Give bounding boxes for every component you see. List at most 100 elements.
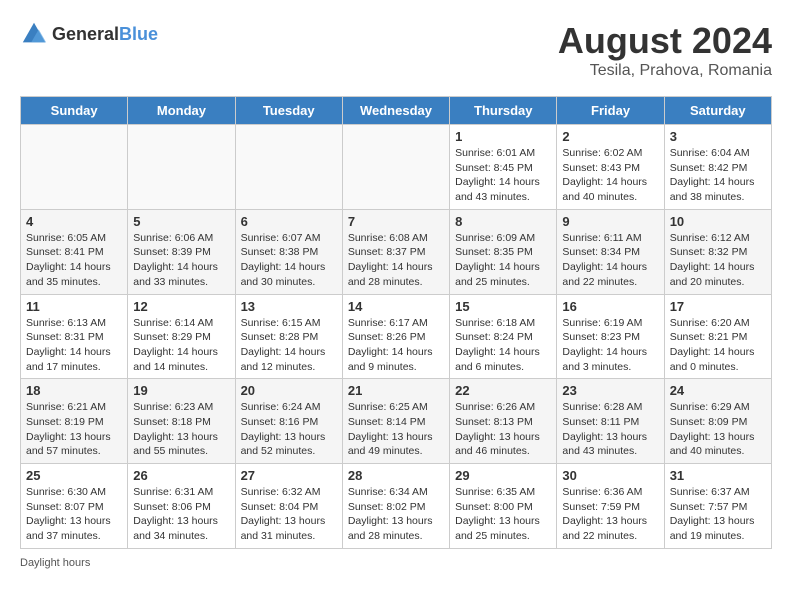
logo-icon [20, 20, 48, 48]
day-number: 1 [455, 129, 551, 144]
day-info: Sunrise: 6:12 AMSunset: 8:32 PMDaylight:… [670, 231, 766, 290]
day-cell-30: 30 Sunrise: 6:36 AMSunset: 7:59 PMDayligh… [557, 464, 664, 549]
day-cell-7: 7 Sunrise: 6:08 AMSunset: 8:37 PMDaylight… [342, 209, 449, 294]
day-info: Sunrise: 6:18 AMSunset: 8:24 PMDaylight:… [455, 316, 551, 375]
day-info: Sunrise: 6:08 AMSunset: 8:37 PMDaylight:… [348, 231, 444, 290]
day-cell-3: 3 Sunrise: 6:04 AMSunset: 8:42 PMDaylight… [664, 125, 771, 210]
day-info: Sunrise: 6:35 AMSunset: 8:00 PMDaylight:… [455, 485, 551, 544]
day-info: Sunrise: 6:30 AMSunset: 8:07 PMDaylight:… [26, 485, 122, 544]
col-header-tuesday: Tuesday [235, 97, 342, 125]
logo-blue: Blue [119, 24, 158, 44]
day-number: 9 [562, 214, 658, 229]
empty-cell [235, 125, 342, 210]
day-info: Sunrise: 6:26 AMSunset: 8:13 PMDaylight:… [455, 400, 551, 459]
day-info: Sunrise: 6:06 AMSunset: 8:39 PMDaylight:… [133, 231, 229, 290]
day-number: 19 [133, 383, 229, 398]
day-number: 26 [133, 468, 229, 483]
day-cell-26: 26 Sunrise: 6:31 AMSunset: 8:06 PMDayligh… [128, 464, 235, 549]
week-row-4: 18 Sunrise: 6:21 AMSunset: 8:19 PMDayligh… [21, 379, 772, 464]
col-header-wednesday: Wednesday [342, 97, 449, 125]
day-cell-19: 19 Sunrise: 6:23 AMSunset: 8:18 PMDayligh… [128, 379, 235, 464]
day-cell-16: 16Sunrise: 6:19 AMSunset: 8:23 PMDayligh… [557, 294, 664, 379]
day-cell-28: 28 Sunrise: 6:34 AMSunset: 8:02 PMDayligh… [342, 464, 449, 549]
day-number: 22 [455, 383, 551, 398]
day-cell-24: 24Sunrise: 6:29 AMSunset: 8:09 PMDayligh… [664, 379, 771, 464]
day-info: Sunrise: 6:37 AMSunset: 7:57 PMDaylight:… [670, 485, 766, 544]
day-cell-17: 17 Sunrise: 6:20 AMSunset: 8:21 PMDayligh… [664, 294, 771, 379]
calendar: SundayMondayTuesdayWednesdayThursdayFrid… [20, 96, 772, 549]
day-number: 25 [26, 468, 122, 483]
day-info: Sunrise: 6:34 AMSunset: 8:02 PMDaylight:… [348, 485, 444, 544]
day-info: Sunrise: 6:01 AMSunset: 8:45 PMDaylight:… [455, 146, 551, 205]
day-cell-14: 14 Sunrise: 6:17 AMSunset: 8:26 PMDayligh… [342, 294, 449, 379]
col-header-saturday: Saturday [664, 97, 771, 125]
day-info: Sunrise: 6:05 AMSunset: 8:41 PMDaylight:… [26, 231, 122, 290]
day-number: 15 [455, 299, 551, 314]
day-cell-4: 4 Sunrise: 6:05 AMSunset: 8:41 PMDaylight… [21, 209, 128, 294]
day-info: Sunrise: 6:23 AMSunset: 8:18 PMDaylight:… [133, 400, 229, 459]
day-number: 21 [348, 383, 444, 398]
day-info: Sunrise: 6:21 AMSunset: 8:19 PMDaylight:… [26, 400, 122, 459]
day-cell-11: 11Sunrise: 6:13 AMSunset: 8:31 PMDayligh… [21, 294, 128, 379]
day-number: 5 [133, 214, 229, 229]
day-info: Sunrise: 6:17 AMSunset: 8:26 PMDaylight:… [348, 316, 444, 375]
day-cell-25: 25 Sunrise: 6:30 AMSunset: 8:07 PMDayligh… [21, 464, 128, 549]
col-header-friday: Friday [557, 97, 664, 125]
header: GeneralBlue August 2024 Tesila, Prahova,… [20, 20, 772, 80]
day-cell-12: 12 Sunrise: 6:14 AMSunset: 8:29 PMDayligh… [128, 294, 235, 379]
day-number: 2 [562, 129, 658, 144]
month-year: August 2024 [558, 20, 772, 62]
day-number: 11 [26, 299, 122, 314]
week-row-3: 11Sunrise: 6:13 AMSunset: 8:31 PMDayligh… [21, 294, 772, 379]
day-number: 4 [26, 214, 122, 229]
day-cell-21: 21 Sunrise: 6:25 AMSunset: 8:14 PMDayligh… [342, 379, 449, 464]
day-info: Sunrise: 6:09 AMSunset: 8:35 PMDaylight:… [455, 231, 551, 290]
day-cell-23: 23Sunrise: 6:28 AMSunset: 8:11 PMDayligh… [557, 379, 664, 464]
day-info: Sunrise: 6:31 AMSunset: 8:06 PMDaylight:… [133, 485, 229, 544]
day-cell-31: 31 Sunrise: 6:37 AMSunset: 7:57 PMDayligh… [664, 464, 771, 549]
empty-cell [342, 125, 449, 210]
location: Tesila, Prahova, Romania [558, 62, 772, 80]
empty-cell [21, 125, 128, 210]
day-info: Sunrise: 6:20 AMSunset: 8:21 PMDaylight:… [670, 316, 766, 375]
day-number: 28 [348, 468, 444, 483]
day-number: 17 [670, 299, 766, 314]
day-info: Sunrise: 6:24 AMSunset: 8:16 PMDaylight:… [241, 400, 337, 459]
week-row-2: 4 Sunrise: 6:05 AMSunset: 8:41 PMDaylight… [21, 209, 772, 294]
day-cell-9: 9Sunrise: 6:11 AMSunset: 8:34 PMDaylight… [557, 209, 664, 294]
day-info: Sunrise: 6:15 AMSunset: 8:28 PMDaylight:… [241, 316, 337, 375]
day-number: 27 [241, 468, 337, 483]
day-info: Sunrise: 6:04 AMSunset: 8:42 PMDaylight:… [670, 146, 766, 205]
day-number: 18 [26, 383, 122, 398]
day-info: Sunrise: 6:28 AMSunset: 8:11 PMDaylight:… [562, 400, 658, 459]
day-cell-1: 1 Sunrise: 6:01 AMSunset: 8:45 PMDaylight… [450, 125, 557, 210]
week-row-1: 1 Sunrise: 6:01 AMSunset: 8:45 PMDaylight… [21, 125, 772, 210]
day-number: 24 [670, 383, 766, 398]
footer-note: Daylight hours [20, 557, 772, 569]
day-info: Sunrise: 6:07 AMSunset: 8:38 PMDaylight:… [241, 231, 337, 290]
day-number: 16 [562, 299, 658, 314]
day-info: Sunrise: 6:25 AMSunset: 8:14 PMDaylight:… [348, 400, 444, 459]
day-number: 7 [348, 214, 444, 229]
day-info: Sunrise: 6:36 AMSunset: 7:59 PMDaylight:… [562, 485, 658, 544]
day-number: 3 [670, 129, 766, 144]
day-info: Sunrise: 6:02 AMSunset: 8:43 PMDaylight:… [562, 146, 658, 205]
day-cell-8: 8Sunrise: 6:09 AMSunset: 8:35 PMDaylight… [450, 209, 557, 294]
day-cell-20: 20Sunrise: 6:24 AMSunset: 8:16 PMDayligh… [235, 379, 342, 464]
day-info: Sunrise: 6:32 AMSunset: 8:04 PMDaylight:… [241, 485, 337, 544]
day-cell-27: 27 Sunrise: 6:32 AMSunset: 8:04 PMDayligh… [235, 464, 342, 549]
day-number: 29 [455, 468, 551, 483]
day-number: 6 [241, 214, 337, 229]
day-cell-15: 15 Sunrise: 6:18 AMSunset: 8:24 PMDayligh… [450, 294, 557, 379]
day-number: 30 [562, 468, 658, 483]
logo-general: General [52, 24, 119, 44]
day-number: 12 [133, 299, 229, 314]
day-number: 10 [670, 214, 766, 229]
week-row-5: 25 Sunrise: 6:30 AMSunset: 8:07 PMDayligh… [21, 464, 772, 549]
day-number: 31 [670, 468, 766, 483]
day-cell-13: 13Sunrise: 6:15 AMSunset: 8:28 PMDayligh… [235, 294, 342, 379]
calendar-header-row: SundayMondayTuesdayWednesdayThursdayFrid… [21, 97, 772, 125]
day-info: Sunrise: 6:14 AMSunset: 8:29 PMDaylight:… [133, 316, 229, 375]
day-cell-18: 18 Sunrise: 6:21 AMSunset: 8:19 PMDayligh… [21, 379, 128, 464]
day-number: 14 [348, 299, 444, 314]
